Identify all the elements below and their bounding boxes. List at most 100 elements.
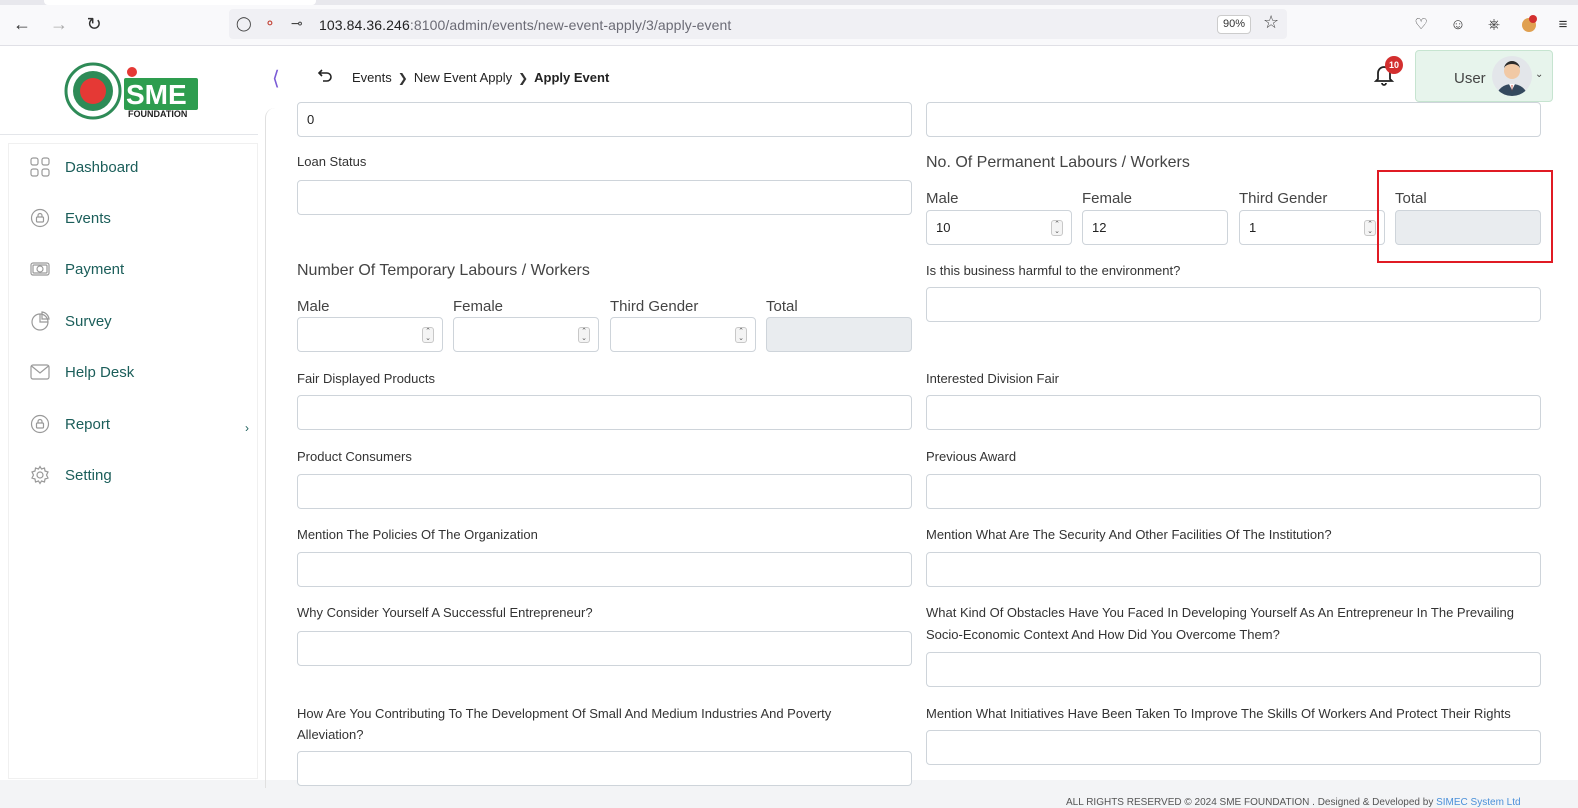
undo-back-icon[interactable] [314, 65, 334, 85]
account-icon[interactable]: ☺ [1447, 13, 1469, 35]
user-menu[interactable]: User ⌄ [1415, 50, 1553, 102]
initiatives-label: Mention What Initiatives Have Been Taken… [926, 706, 1511, 721]
money-icon [29, 258, 51, 280]
temporary-third-gender-input[interactable]: ⌃ ⌄ [610, 317, 756, 352]
breadcrumb-new-event-apply[interactable]: New Event Apply [414, 70, 512, 85]
number-spinner-icon[interactable]: ⌃ ⌄ [1364, 220, 1376, 236]
permanent-third-gender-input[interactable]: 1 ⌃ ⌄ [1239, 210, 1385, 245]
insecure-lock-icon[interactable]: ⚬ [264, 15, 276, 32]
fair-displayed-products-input[interactable] [297, 395, 912, 430]
chevron-right-icon[interactable]: › [245, 421, 249, 435]
key-icon[interactable]: ⊸ [291, 15, 303, 32]
sidebar-menu: Dashboard Events Payment Survey Help Des… [8, 143, 258, 779]
interested-division-fair-label: Interested Division Fair [926, 371, 1059, 386]
permanent-female-input[interactable]: 12 [1082, 210, 1228, 245]
sidebar-item-label: Events [65, 209, 111, 227]
initiatives-input[interactable] [926, 730, 1541, 765]
zoom-level[interactable]: 90% [1217, 15, 1251, 34]
breadcrumb-current: Apply Event [534, 70, 610, 85]
sidebar-item-dashboard[interactable]: Dashboard [29, 154, 138, 180]
product-consumers-label: Product Consumers [297, 449, 412, 464]
bookmark-star-icon[interactable]: ☆ [1263, 12, 1279, 33]
top-left-input[interactable]: 0 [297, 102, 912, 137]
address-bar[interactable]: ◯ ⚬ ⊸ 103.84.36.246:8100/admin/events/ne… [229, 9, 1287, 39]
breadcrumb-events[interactable]: Events [352, 70, 392, 85]
number-spinner-icon[interactable]: ⌃ ⌄ [578, 327, 590, 343]
reload-icon[interactable]: ↻ [83, 13, 105, 35]
lock-icon [29, 207, 51, 229]
number-spinner-icon[interactable]: ⌃ ⌄ [735, 327, 747, 343]
sidebar-item-label: Setting [65, 466, 112, 484]
sidebar-item-help-desk[interactable]: Help Desk [29, 359, 134, 385]
obstacles-input[interactable] [926, 652, 1541, 687]
gear-icon [29, 464, 51, 486]
menu-icon[interactable]: ≡ [1552, 13, 1574, 35]
lock-icon [29, 413, 51, 435]
temporary-third-gender-label: Third Gender [610, 298, 699, 315]
shield-icon[interactable]: ◯ [236, 15, 252, 32]
contributing-label-line2: Alleviation? [297, 727, 364, 742]
notification-badge: 10 [1385, 56, 1403, 74]
extension-badge-icon[interactable] [1518, 13, 1540, 35]
temporary-female-input[interactable]: ⌃ ⌄ [453, 317, 599, 352]
sidebar-item-payment[interactable]: Payment [29, 256, 124, 282]
temporary-total-label: Total [766, 298, 798, 315]
active-tab[interactable] [44, 0, 316, 5]
url-host: 103.84.36.246 [319, 17, 410, 33]
breadcrumb: Events ❯ New Event Apply ❯ Apply Event [352, 70, 609, 85]
temporary-female-label: Female [453, 298, 504, 315]
pocket-icon[interactable]: ♡ [1410, 13, 1432, 35]
input-value: 12 [1092, 220, 1107, 235]
url-text[interactable]: 103.84.36.246:8100/admin/events/new-even… [319, 17, 731, 33]
product-consumers-input[interactable] [297, 474, 912, 509]
chevron-right-icon: ❯ [397, 70, 408, 85]
top-right-input[interactable] [926, 102, 1541, 137]
number-spinner-icon[interactable]: ⌃ ⌄ [1051, 220, 1063, 236]
previous-award-input[interactable] [926, 474, 1541, 509]
permanent-workers-title: No. Of Permanent Labours / Workers [926, 154, 1190, 171]
temporary-male-input[interactable]: ⌃ ⌄ [297, 317, 443, 352]
back-arrow-icon[interactable]: ← [11, 13, 33, 35]
permanent-male-label: Male [926, 190, 959, 207]
policies-label: Mention The Policies Of The Organization [297, 527, 538, 542]
number-spinner-icon[interactable]: ⌃ ⌄ [422, 327, 434, 343]
envelope-icon [29, 361, 51, 383]
tab-strip [0, 0, 1578, 5]
sidebar-item-label: Help Desk [65, 363, 135, 381]
permanent-male-input[interactable]: 10 ⌃ ⌄ [926, 210, 1072, 245]
chevron-right-icon: ❯ [518, 70, 529, 85]
sidebar-item-events[interactable]: Events [29, 205, 111, 231]
sidebar-item-label: Survey [65, 312, 112, 330]
sidebar-collapse-icon[interactable]: ⟨ [272, 66, 280, 91]
previous-award-label: Previous Award [926, 449, 1017, 464]
sidebar-item-report[interactable]: Report [29, 411, 110, 437]
security-facilities-input[interactable] [926, 552, 1541, 587]
input-value: 10 [936, 220, 951, 235]
successful-entrepreneur-input[interactable] [297, 631, 912, 666]
contributing-label-line1: How Are You Contributing To The Developm… [297, 706, 832, 721]
logo-sub: FOUNDATION [128, 109, 187, 119]
sidebar-divider [0, 134, 258, 135]
contributing-input[interactable] [297, 751, 912, 786]
temporary-male-label: Male [297, 298, 330, 315]
loan-status-input[interactable] [297, 180, 912, 215]
sidebar-item-setting[interactable]: Setting [29, 462, 112, 488]
user-name: User [1454, 70, 1486, 87]
forward-arrow-icon[interactable]: → [48, 13, 70, 35]
sme-foundation-logo[interactable]: SME FOUNDATION [64, 62, 204, 120]
pie-chart-icon [29, 310, 51, 332]
extensions-icon[interactable]: ⎈ [1483, 13, 1505, 35]
sidebar-item-survey[interactable]: Survey [29, 308, 112, 334]
harmful-environment-input[interactable] [926, 287, 1541, 322]
loan-status-label: Loan Status [297, 154, 367, 169]
temporary-total-input [766, 317, 912, 352]
permanent-female-label: Female [1082, 190, 1133, 207]
interested-division-fair-input[interactable] [926, 395, 1541, 430]
sidebar-item-label: Dashboard [65, 158, 139, 176]
temporary-workers-title: Number Of Temporary Labours / Workers [297, 262, 590, 279]
policies-input[interactable] [297, 552, 912, 587]
footer-developer-link[interactable]: SIMEC System Ltd [1436, 797, 1520, 808]
chevron-down-icon[interactable]: ⌄ [1535, 69, 1543, 80]
harmful-environment-label: Is this business harmful to the environm… [926, 263, 1181, 278]
obstacles-label-line1: What Kind Of Obstacles Have You Faced In… [926, 605, 1515, 620]
